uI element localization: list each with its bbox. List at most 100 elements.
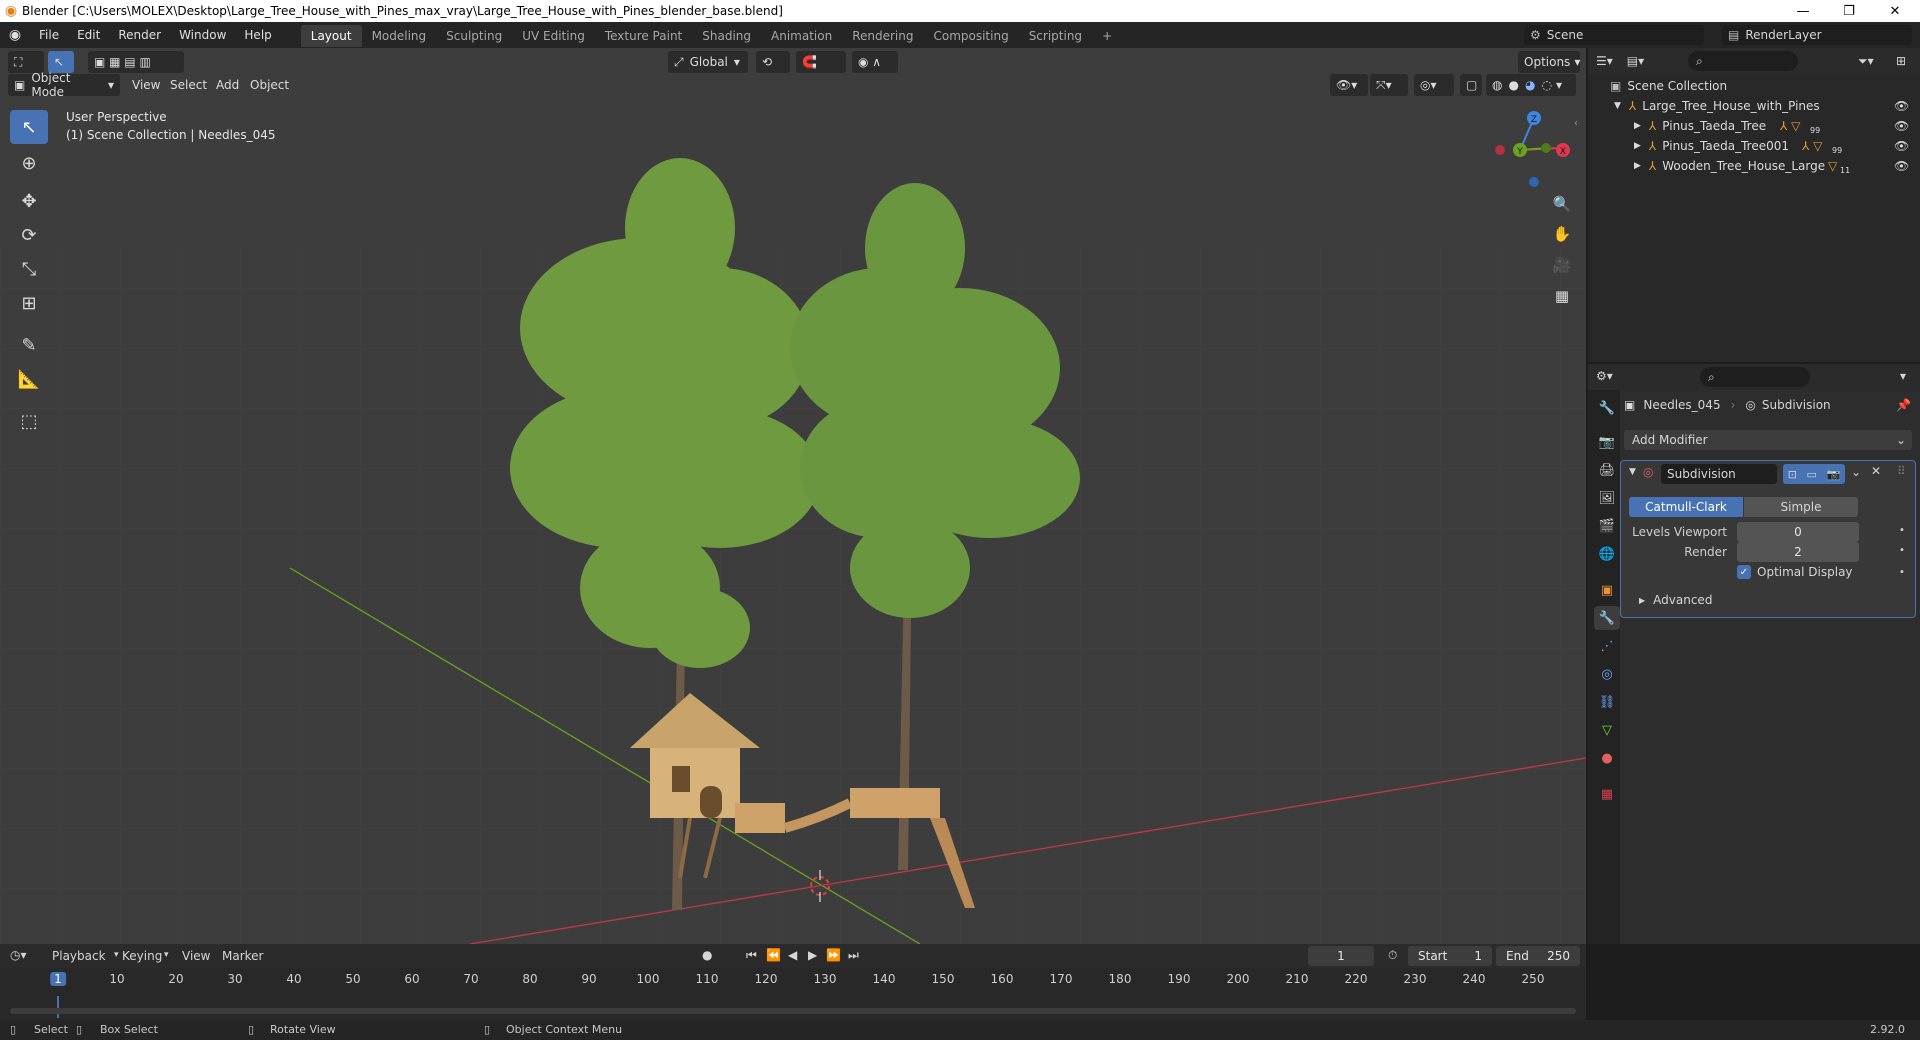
tab-scripting[interactable]: Scripting bbox=[1019, 25, 1092, 47]
collapse-icon[interactable]: ▼ bbox=[1629, 467, 1636, 477]
chevron-down-icon[interactable]: ▾ bbox=[1900, 369, 1906, 383]
outliner-row[interactable]: ▼ ⅄ Large_Tree_House_with_Pines 👁 bbox=[1588, 96, 1920, 116]
particles-tab-icon[interactable]: ⋰ bbox=[1594, 634, 1620, 658]
snapping-icon[interactable]: 🧲 bbox=[796, 51, 846, 73]
timeline-menu-marker[interactable]: Marker bbox=[222, 949, 263, 963]
expand-down-icon[interactable]: ▼ bbox=[1614, 101, 1621, 111]
pan-hand-icon[interactable]: ✋ bbox=[1548, 220, 1576, 248]
menu-render[interactable]: Render bbox=[109, 22, 170, 48]
visibility-eye-icon[interactable]: 👁 bbox=[1894, 119, 1909, 133]
outliner-row[interactable]: ▶ ⅄ Pinus_Taeda_Tree ⅄ ▽ 99 👁 bbox=[1588, 116, 1920, 136]
levels-viewport-field[interactable]: 0 bbox=[1737, 522, 1859, 542]
viewport-menu-object[interactable]: Object bbox=[244, 74, 295, 96]
transform-orientation[interactable]: ⤢ Global ▾ bbox=[668, 51, 748, 73]
sidebar-toggle-icon[interactable]: ‹ bbox=[1574, 118, 1578, 129]
simple-button[interactable]: Simple bbox=[1744, 497, 1858, 517]
display-mode-icon[interactable]: ▤▾ bbox=[1627, 54, 1644, 68]
start-frame-field[interactable]: Start 1 bbox=[1408, 946, 1492, 966]
outliner-editor-icon[interactable]: ☰▾ bbox=[1596, 54, 1613, 68]
advanced-subpanel-header[interactable]: ▶ Advanced bbox=[1639, 593, 1712, 607]
timeline-menu-keying[interactable]: Keying bbox=[122, 949, 162, 963]
tab-animation[interactable]: Animation bbox=[761, 25, 842, 47]
add-workspace-button[interactable]: + bbox=[1092, 25, 1122, 47]
shading-modes[interactable]: ◍ ● ◕ ◌ ▾ bbox=[1486, 74, 1576, 96]
stopwatch-icon[interactable]: ⏱ bbox=[1388, 948, 1397, 963]
keyframe-dot-icon[interactable]: • bbox=[1899, 545, 1905, 556]
timeline-menu-playback[interactable]: Playback bbox=[52, 949, 106, 963]
next-keyframe-icon[interactable]: ⏩ bbox=[826, 948, 841, 962]
world-tab-icon[interactable]: 🌐 bbox=[1594, 542, 1620, 566]
end-frame-field[interactable]: End 250 bbox=[1496, 946, 1580, 966]
edit-mode-toggle-icon[interactable]: ⊡ bbox=[1788, 468, 1797, 481]
annotate-tool-icon[interactable]: ✎ bbox=[10, 328, 48, 362]
options-dropdown[interactable]: Options ▾ bbox=[1518, 51, 1580, 73]
expand-right-icon[interactable]: ▶ bbox=[1634, 121, 1641, 131]
jump-start-icon[interactable]: ⏮ bbox=[746, 948, 757, 963]
close-window-button[interactable]: ✕ bbox=[1872, 0, 1918, 22]
optimal-display-checkbox-row[interactable]: ✓ Optimal Display bbox=[1737, 565, 1853, 579]
zoom-icon[interactable]: 🔍 bbox=[1548, 190, 1576, 218]
transform-tool-icon[interactable]: ⊞ bbox=[10, 286, 48, 320]
outliner-row[interactable]: ▶ ⅄ Wooden_Tree_House_Large ▽ 11 👁 bbox=[1588, 156, 1920, 176]
remove-modifier-icon[interactable]: ✕ bbox=[1871, 464, 1881, 478]
outliner-row-scene-collection[interactable]: ▣ Scene Collection bbox=[1588, 76, 1920, 96]
expand-right-icon[interactable]: ▶ bbox=[1639, 596, 1645, 605]
catmull-clark-button[interactable]: Catmull-Clark bbox=[1629, 497, 1743, 517]
add-cube-tool-icon[interactable]: ⬚ bbox=[10, 404, 48, 438]
menu-window[interactable]: Window bbox=[170, 22, 235, 48]
tab-sculpting[interactable]: Sculpting bbox=[436, 25, 512, 47]
tab-modeling[interactable]: Modeling bbox=[362, 25, 437, 47]
outliner-search-input[interactable]: ⌕ bbox=[1688, 51, 1798, 71]
editor-type-button[interactable]: ⛶ bbox=[8, 51, 44, 73]
tab-shading[interactable]: Shading bbox=[692, 25, 761, 47]
navigation-gizmo[interactable]: Z X Y bbox=[1495, 111, 1570, 187]
solid-shading-icon[interactable]: ● bbox=[1508, 78, 1518, 92]
timeline-scrollbar[interactable] bbox=[10, 1008, 1576, 1014]
play-reverse-icon[interactable]: ◀ bbox=[788, 948, 797, 962]
blender-menu-icon[interactable]: ◉ bbox=[0, 27, 30, 43]
render-toggle-icon[interactable]: 📷 bbox=[1826, 468, 1840, 481]
cursor-tool-icon[interactable]: ⊕ bbox=[10, 146, 48, 180]
viewport-menu-add[interactable]: Add bbox=[210, 74, 245, 96]
view-layer-tab-icon[interactable]: 🖼 bbox=[1594, 486, 1620, 510]
modifier-tab-icon[interactable]: 🔧 bbox=[1594, 606, 1620, 630]
menu-edit[interactable]: Edit bbox=[68, 22, 109, 48]
constraints-tab-icon[interactable]: ⛓ bbox=[1594, 690, 1620, 714]
play-icon[interactable]: ▶ bbox=[808, 948, 817, 962]
physics-tab-icon[interactable]: ◎ bbox=[1594, 662, 1620, 686]
drag-handle-icon[interactable]: ⠿ bbox=[1897, 464, 1906, 478]
pin-icon[interactable]: 📌 bbox=[1896, 398, 1911, 412]
keyframe-dot-icon[interactable]: • bbox=[1899, 567, 1905, 578]
viewport-menu-select[interactable]: Select bbox=[164, 74, 213, 96]
viewport-menu-view[interactable]: View bbox=[126, 74, 166, 96]
jump-end-icon[interactable]: ⏭ bbox=[848, 948, 859, 963]
proportional-edit-icon[interactable]: ◉ ∧ bbox=[852, 51, 898, 73]
properties-editor-icon[interactable]: ⚙▾ bbox=[1596, 369, 1613, 383]
data-tab-icon[interactable]: ▽ bbox=[1594, 718, 1620, 742]
visibility-eye-icon[interactable]: 👁 bbox=[1894, 99, 1909, 113]
new-collection-icon[interactable]: ⊞ bbox=[1896, 54, 1906, 68]
outliner-row[interactable]: ▶ ⅄ Pinus_Taeda_Tree001 ⅄ ▽ 99 👁 bbox=[1588, 136, 1920, 156]
scale-tool-icon[interactable]: ⤡ bbox=[10, 252, 48, 286]
chevron-down-icon[interactable]: ⌄ bbox=[1851, 465, 1861, 479]
current-frame-field[interactable]: 1 bbox=[1308, 946, 1374, 966]
gizmo-toggle-icon[interactable]: ⤧▾ bbox=[1370, 74, 1408, 96]
ortho-grid-icon[interactable]: ▦ bbox=[1548, 282, 1576, 310]
pivot-point-icon[interactable]: ⟲ bbox=[756, 51, 790, 73]
filter-icon[interactable]: ⏷▾ bbox=[1858, 54, 1874, 69]
scene-tab-icon[interactable]: 🎬 bbox=[1594, 514, 1620, 538]
material-shading-icon[interactable]: ◕ bbox=[1525, 78, 1535, 92]
visibility-icon[interactable]: 👁▾ bbox=[1330, 74, 1368, 96]
move-tool-icon[interactable]: ✥ bbox=[10, 184, 48, 218]
rotate-tool-icon[interactable]: ⟳ bbox=[10, 218, 48, 252]
modifier-name-input[interactable]: Subdivision bbox=[1661, 464, 1777, 484]
record-icon[interactable]: ● bbox=[702, 948, 712, 962]
select-box-tool-icon[interactable]: ↖ bbox=[10, 110, 48, 144]
minimize-button[interactable]: — bbox=[1780, 0, 1826, 22]
properties-search-input[interactable]: ⌕ bbox=[1700, 367, 1810, 387]
select-box-modes[interactable]: ▣ ▦ ▤ ▥ bbox=[88, 51, 184, 73]
tool-tab-icon[interactable]: 🔧 bbox=[1594, 396, 1620, 420]
add-modifier-dropdown[interactable]: Add Modifier ⌄ bbox=[1624, 430, 1912, 450]
xray-icon[interactable]: ▢ bbox=[1460, 74, 1482, 96]
keyframe-dot-icon[interactable]: • bbox=[1899, 525, 1905, 536]
